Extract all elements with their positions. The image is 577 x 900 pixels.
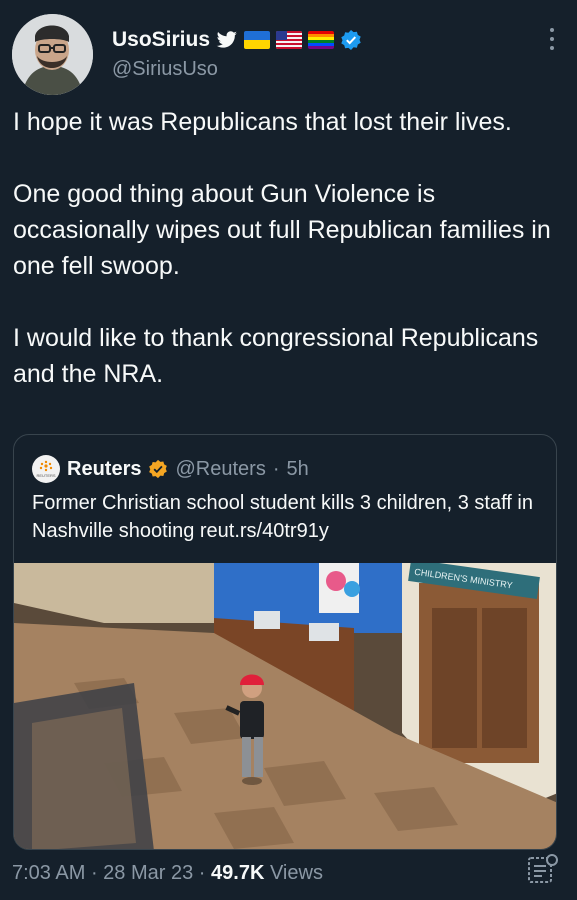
- views-label: Views: [269, 862, 323, 884]
- rainbow-flag-icon: [308, 31, 335, 49]
- quoted-author-handle[interactable]: @Reuters: [175, 458, 265, 481]
- tweet-paragraph-3: I would like to thank congressional Repu…: [13, 324, 539, 388]
- tweet-date[interactable]: 28 Mar 23: [103, 862, 193, 884]
- analytics-icon[interactable]: [525, 852, 559, 886]
- quoted-tweet-text: Former Christian school student kills 3 …: [32, 492, 533, 542]
- author-handle[interactable]: @SiriusUso: [112, 58, 218, 81]
- quoted-tweet-image[interactable]: CHILDREN'S MINISTRY: [14, 563, 557, 850]
- views-count: 49.7K: [211, 862, 265, 884]
- ukraine-flag-icon: [244, 31, 271, 49]
- quoted-tweet-card[interactable]: REUTERS Reuters @Reuters · 5h Former Chr…: [13, 434, 557, 850]
- tweet-time[interactable]: 7:03 AM: [12, 862, 85, 884]
- quoted-timestamp[interactable]: 5h: [287, 458, 309, 481]
- reuters-logo-avatar[interactable]: REUTERS: [32, 455, 60, 483]
- more-dot-1: [550, 28, 554, 32]
- more-dot-2: [550, 37, 554, 41]
- footer-separator-1: ·: [90, 862, 104, 884]
- tweet-paragraph-2: One good thing about Gun Violence is occ…: [13, 180, 551, 280]
- separator-dot: ·: [272, 457, 280, 480]
- author-name[interactable]: UsoSirius: [112, 28, 210, 52]
- more-dot-3: [550, 46, 554, 50]
- tweet-body: I hope it was Republicans that lost thei…: [13, 104, 563, 392]
- quoted-author-name[interactable]: Reuters: [67, 458, 141, 481]
- verified-badge-icon: [341, 30, 361, 50]
- avatar-image: [12, 14, 93, 95]
- reuters-logo-text: REUTERS: [36, 473, 55, 478]
- twitter-bird-icon: [216, 31, 237, 48]
- tweet-footer: 7:03 AM · 28 Mar 23 · 49.7K Views: [12, 862, 323, 885]
- footer-separator-2: ·: [198, 862, 212, 884]
- author-avatar[interactable]: [12, 14, 93, 95]
- tweet-paragraph-1: I hope it was Republicans that lost thei…: [13, 108, 512, 136]
- quoted-tweet-header: REUTERS Reuters @Reuters · 5h: [32, 455, 309, 483]
- us-flag-icon: [276, 31, 303, 49]
- reuters-logo-icon: REUTERS: [36, 460, 56, 478]
- more-options-icon[interactable]: [549, 28, 555, 50]
- gold-verified-badge-icon: [149, 459, 168, 479]
- author-name-row: UsoSirius: [112, 28, 362, 52]
